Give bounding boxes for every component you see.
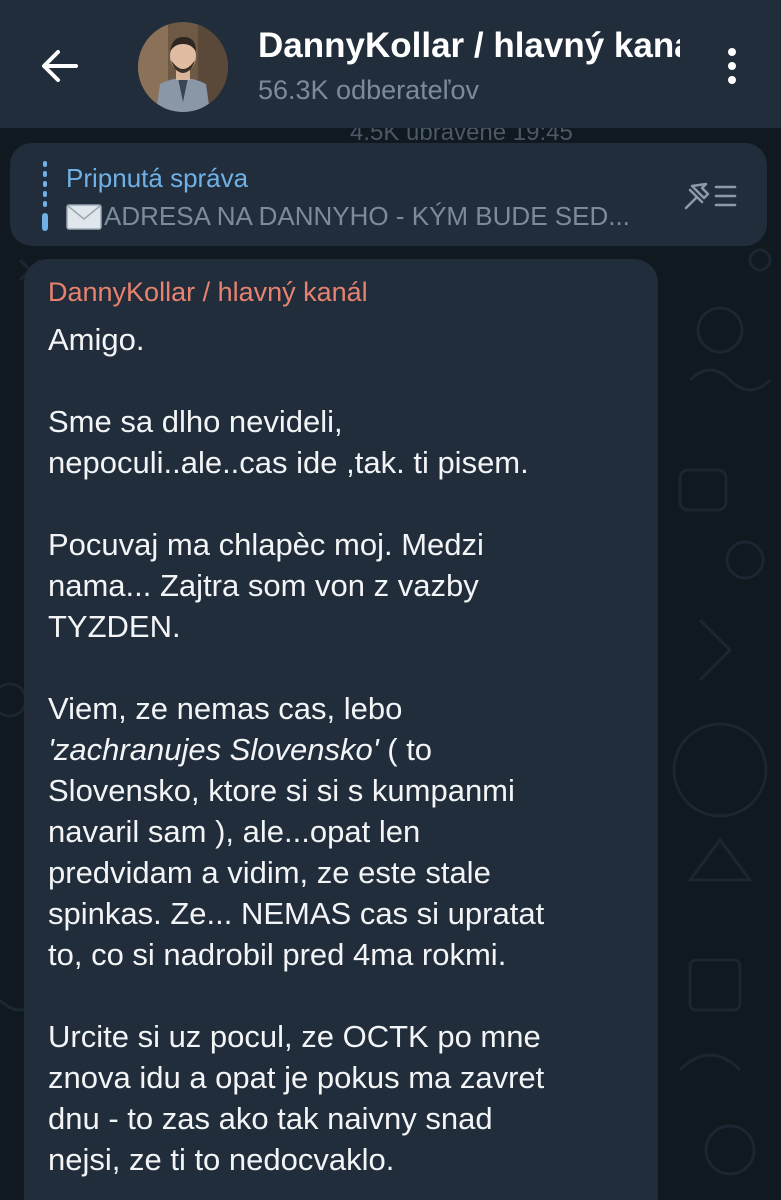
message-line: Pocuvaj ma chlapèc moj. Medzi <box>48 527 484 562</box>
pinned-list-button[interactable] <box>680 178 740 214</box>
envelope-icon <box>66 203 102 230</box>
channel-message[interactable]: DannyKollar / hlavný kanál Amigo. Sme sa… <box>24 259 658 1200</box>
message-line: Urcite si uz pocul, ze OCTK po mne <box>48 1019 541 1054</box>
message-line: nejsi, ze ti to nedocvaklo. <box>48 1142 395 1177</box>
message-line: Viem, ze nemas cas, lebo <box>48 691 403 726</box>
message-sender[interactable]: DannyKollar / hlavný kanál <box>48 277 368 308</box>
pinned-message-bar[interactable]: Pripnutá správa ADRESA NA DANNYHO - KÝM … <box>10 143 767 246</box>
message-line: spinkas. Ze... NEMAS cas si upratat <box>48 896 545 931</box>
message-line: predvidam a vidim, ze este stale <box>48 855 491 890</box>
message-fragment: ( to <box>378 732 433 767</box>
message-line: nama... Zajtra som von z vazby <box>48 568 479 603</box>
message-text: Amigo. Sme sa dlho nevideli, nepoculi..a… <box>48 319 648 1200</box>
telegram-channel-screen: DannyKollar / hlavný kanál 56.3K odberat… <box>0 0 781 1200</box>
pinned-title: Pripnutá správa <box>66 163 249 193</box>
message-line: TYZDEN. <box>48 609 181 644</box>
pinned-preview: ADRESA NA DANNYHO - KÝM BUDE SED... <box>66 201 666 232</box>
message-line: dnu - to zas ako tak naivny snad <box>48 1101 493 1136</box>
pin-list-icon <box>684 182 737 210</box>
arrow-left-icon <box>42 50 78 82</box>
avatar-image <box>138 22 228 112</box>
message-line: znova idu a opat je pokus ma zavret <box>48 1060 545 1095</box>
message-line: Slovensko, ktore si si s kumpanmi <box>48 773 515 808</box>
more-menu-button[interactable] <box>712 44 752 88</box>
channel-header: DannyKollar / hlavný kanál 56.3K odberat… <box>0 0 781 128</box>
message-line: navaril sam ), ale...opat len <box>48 814 421 849</box>
italic-quote: 'zachranujes Slovensko' <box>48 732 379 767</box>
message-line: Sme sa dlho nevideli, <box>48 404 343 439</box>
message-line: to, co si nadrobil pred 4ma rokmi. <box>48 937 507 972</box>
pinned-indicator <box>42 161 48 231</box>
message-line: nepoculi..ale..cas ide ,tak. ti pisem. <box>48 445 529 480</box>
back-button[interactable] <box>36 42 84 90</box>
channel-avatar[interactable] <box>138 22 228 112</box>
pinned-preview-text: ADRESA NA DANNYHO - KÝM BUDE SED... <box>104 201 630 231</box>
channel-title[interactable]: DannyKollar / hlavný kanál <box>258 26 680 66</box>
message-line: Amigo. <box>48 322 145 357</box>
subscriber-count: 56.3K odberateľov <box>258 75 480 105</box>
more-vertical-icon <box>728 48 736 84</box>
message-line: 'zachranujes Slovensko' ( to <box>48 729 648 770</box>
